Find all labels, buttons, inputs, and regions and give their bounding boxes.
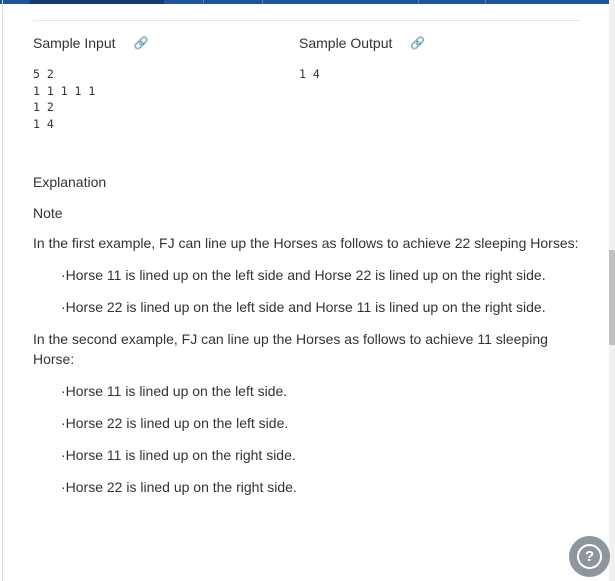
problem-content: Sample Input 🔗 5 2 1 1 1 1 1 1 2 1 4 Samp… xyxy=(33,20,580,497)
list-item: ·Horse 11 is lined up on the left side a… xyxy=(61,267,546,283)
list-item: ·Horse 11 is lined up on the right side. xyxy=(61,447,296,463)
list-item: ·Horse 22 is lined up on the right side. xyxy=(61,479,297,495)
list-item: ·Horse 22 is lined up on the left side a… xyxy=(61,299,546,315)
sample-input-text: 5 2 1 1 1 1 1 1 2 1 4 xyxy=(33,67,96,131)
active-tab-indicator[interactable] xyxy=(30,0,164,4)
scrollbar-thumb[interactable] xyxy=(609,250,615,345)
copy-link-icon[interactable]: 🔗 xyxy=(410,36,425,50)
explanation-heading: Explanation xyxy=(33,174,107,190)
samples: Sample Input 🔗 5 2 1 1 1 1 1 1 2 1 4 Samp… xyxy=(33,34,580,132)
sample-output: Sample Output 🔗 1 4 xyxy=(299,34,565,132)
paragraph: In the first example, FJ can line up the… xyxy=(33,235,579,251)
tab-divider xyxy=(203,0,204,4)
copy-link-icon[interactable]: 🔗 xyxy=(134,36,149,50)
note-heading: Note xyxy=(33,205,63,221)
help-button[interactable]: ? xyxy=(569,536,610,577)
divider xyxy=(33,20,580,21)
list-item: ·Horse 22 is lined up on the left side. xyxy=(61,415,289,431)
top-nav-bar xyxy=(0,0,615,4)
list-item: ·Horse 11 is lined up on the left side. xyxy=(61,383,288,399)
tab-divider xyxy=(418,0,419,4)
sample-input-title: Sample Input xyxy=(33,35,116,51)
tab-divider xyxy=(262,0,263,4)
question-icon: ? xyxy=(577,544,602,569)
tab-divider xyxy=(485,0,486,4)
sample-input: Sample Input 🔗 5 2 1 1 1 1 1 1 2 1 4 xyxy=(33,34,299,132)
sample-output-title: Sample Output xyxy=(299,35,393,51)
scrollbar[interactable] xyxy=(609,0,615,581)
left-border xyxy=(2,0,3,581)
paragraph: In the second example, FJ can line up th… xyxy=(33,331,548,367)
sample-output-text: 1 4 xyxy=(299,67,320,81)
